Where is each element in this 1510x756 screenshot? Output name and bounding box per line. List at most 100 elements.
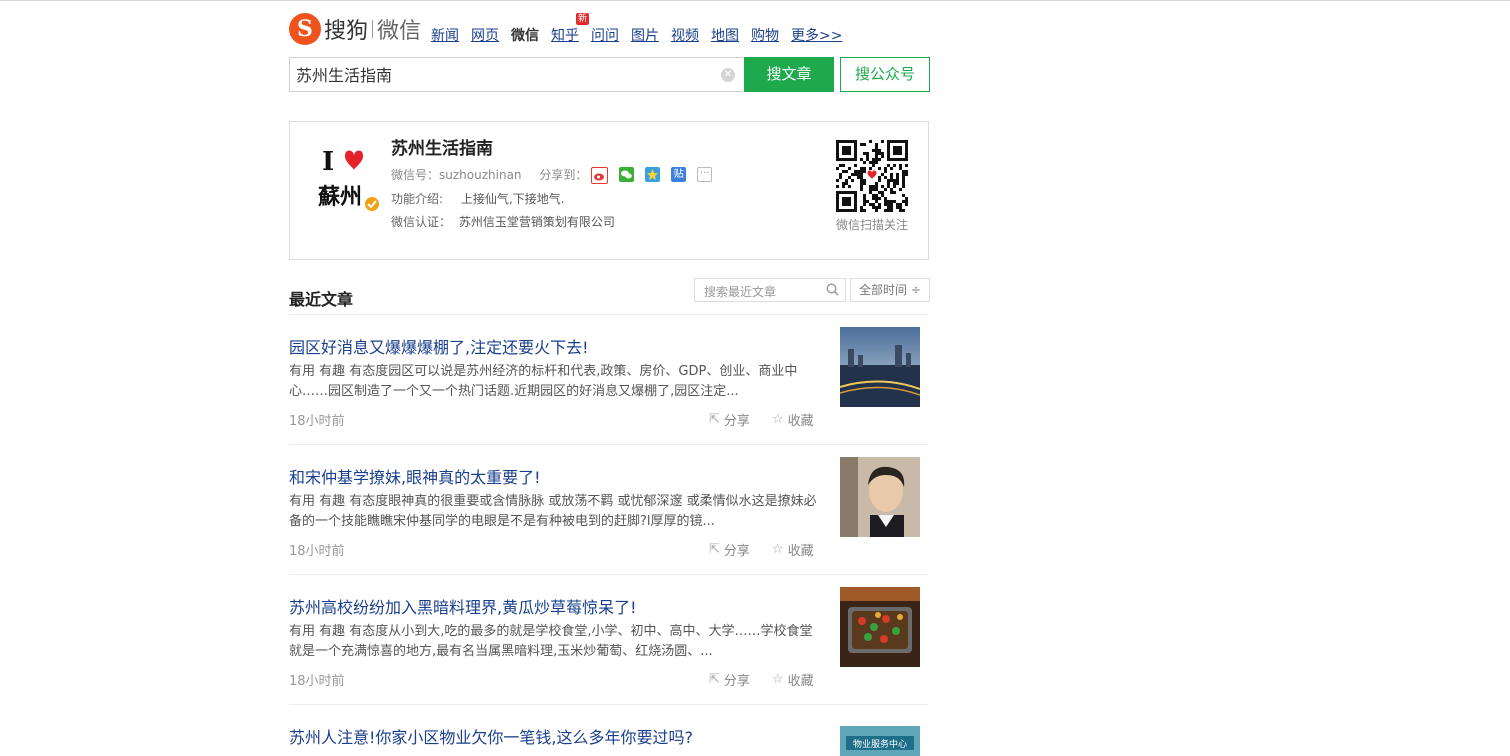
qr-caption: 微信扫描关注: [836, 218, 909, 232]
article-time: 18小时前: [289, 674, 345, 689]
article-actions: ⇱ 分享 ☆ 收藏: [709, 410, 836, 429]
share-icon: ⇱: [709, 542, 720, 557]
tieba-icon[interactable]: 贴: [671, 167, 687, 182]
wechat-id-label: 微信号：: [391, 168, 440, 182]
share-label: 分享到：: [539, 168, 588, 182]
nav-wenwen[interactable]: 问问: [591, 25, 619, 45]
thumbnail-image: [840, 587, 920, 667]
recent-search-placeholder: 搜索最近文章: [704, 285, 777, 299]
sogou-logo[interactable]: S 搜狗 微信: [289, 13, 421, 45]
search-icon[interactable]: [826, 283, 839, 299]
share-label: 分享: [723, 414, 750, 429]
qr-code-image: [836, 140, 908, 212]
qzone-icon[interactable]: [645, 167, 661, 182]
article-time: 18小时前: [289, 544, 345, 559]
nav-map[interactable]: 地图: [711, 25, 739, 45]
top-nav: 新闻 网页 微信 知乎 新 问问 图片 视频 地图 购物 更多>>: [431, 13, 854, 45]
time-filter-select[interactable]: 全部时间 ÷: [850, 278, 930, 302]
star-icon: ☆: [771, 672, 784, 687]
thumbnail-image: 物业服务中心: [840, 726, 920, 756]
share-button[interactable]: ⇱ 分享: [709, 540, 750, 559]
account-cert-row: 微信认证： 苏州信玉堂营销策划有限公司: [391, 213, 615, 230]
article-title[interactable]: 苏州人注意!你家小区物业欠你一笔钱,这么多年你要过吗?: [289, 724, 693, 748]
favorite-label: 收藏: [787, 674, 814, 689]
thumbnail-sign-text: 物业服务中心: [853, 738, 907, 750]
clear-icon[interactable]: ✕: [721, 68, 735, 82]
avatar-text-i: I: [322, 147, 334, 177]
article-time: 18小时前: [289, 414, 345, 429]
search-article-button[interactable]: 搜文章: [744, 57, 834, 92]
nav-zhihu-label: 知乎: [551, 28, 579, 44]
favorite-button[interactable]: ☆ 收藏: [772, 410, 814, 429]
search-input[interactable]: [290, 58, 722, 89]
article-actions: ⇱ 分享 ☆ 收藏: [709, 670, 836, 689]
share-label: 分享: [723, 544, 750, 559]
share-label: 分享: [723, 674, 750, 689]
weibo-icon[interactable]: [591, 167, 609, 184]
logo-subtext: 微信: [377, 19, 422, 44]
article-desc: 有用 有趣 有态度从小到大,吃的最多的就是学校食堂,小学、初中、高中、大学……学…: [289, 624, 813, 659]
account-id-row: 微信号：suzhouzhinan 分享到： 贴 ···: [391, 166, 723, 184]
share-icon: ⇱: [709, 672, 720, 687]
account-name[interactable]: 苏州生活指南: [391, 134, 493, 159]
intro-label: 功能介绍:: [391, 192, 444, 206]
article-title[interactable]: 和宋仲基学撩妹,眼神真的太重要了!: [289, 464, 541, 488]
favorite-button[interactable]: ☆ 收藏: [772, 540, 814, 559]
article-thumbnail[interactable]: 物业服务中心: [840, 726, 920, 756]
star-icon: ☆: [771, 542, 784, 557]
intro-text: 上接仙气,下接地气.: [460, 192, 565, 206]
search-box: ✕: [289, 57, 743, 92]
new-badge: 新: [576, 13, 590, 25]
avatar-image: I 蘇州: [314, 140, 384, 216]
wechat-icon[interactable]: [619, 167, 635, 182]
divider: [289, 704, 928, 705]
nav-video[interactable]: 视频: [671, 25, 699, 45]
nav-zhihu[interactable]: 知乎 新: [551, 13, 590, 45]
wechat-id: suzhouzhinan: [439, 168, 522, 182]
nav-more[interactable]: 更多>>: [791, 25, 842, 45]
favorite-label: 收藏: [787, 544, 814, 559]
recent-articles-title: 最近文章: [289, 290, 354, 309]
header: S 搜狗 微信 新闻 网页 微信 知乎 新 问问 图片 视频 地图 购物 更多>>: [289, 13, 930, 49]
thumbnail-image: [840, 457, 920, 537]
sogou-logo-icon: S: [289, 13, 321, 45]
article-title[interactable]: 苏州高校纷纷加入黑暗料理界,黄瓜炒草莓惊呆了!: [289, 594, 637, 618]
more-share-icon[interactable]: ···: [697, 167, 713, 182]
star-icon: ☆: [771, 412, 784, 427]
recent-search-input[interactable]: 搜索最近文章: [694, 278, 846, 302]
divider: [289, 314, 928, 315]
article-thumbnail[interactable]: [840, 457, 920, 537]
article-title[interactable]: 园区好消息又爆爆爆棚了,注定还要火下去!: [289, 334, 589, 358]
share-icon: ⇱: [709, 412, 720, 427]
article-thumbnail[interactable]: [840, 587, 920, 667]
account-card: I 蘇州 苏州生活指南 微信号：suzhouzhinan 分享到： 贴 ··· …: [289, 121, 929, 260]
article-actions: ⇱ 分享 ☆ 收藏: [709, 540, 836, 559]
cert-text: 苏州信玉堂营销策划有限公司: [458, 215, 615, 229]
qr-code: [836, 140, 908, 212]
avatar-text-suzhou: 蘇州: [317, 184, 362, 210]
divider: [289, 444, 928, 445]
article-desc: 有用 有趣 有态度园区可以说是苏州经济的标杆和代表,政策、房价、GDP、创业、商…: [289, 364, 798, 399]
favorite-button[interactable]: ☆ 收藏: [772, 670, 814, 689]
divider: [289, 574, 928, 575]
logo-separator: [372, 20, 374, 38]
account-avatar[interactable]: I 蘇州: [314, 140, 384, 216]
article-desc: 有用 有趣 有态度眼神真的很重要或含情脉脉 或放荡不羁 或忧郁深邃 或柔情似水这…: [289, 494, 817, 529]
cert-label: 微信认证：: [391, 215, 452, 229]
article-thumbnail[interactable]: [839, 327, 921, 407]
share-icons: 贴 ···: [591, 167, 723, 184]
nav-weixin[interactable]: 微信: [511, 25, 539, 45]
article-item: 苏州人注意!你家小区物业欠你一笔钱,这么多年你要过吗? 物业服务中心: [289, 724, 929, 756]
thumbnail-image: [839, 327, 921, 407]
nav-web[interactable]: 网页: [471, 25, 499, 45]
favorite-label: 收藏: [787, 414, 814, 429]
nav-images[interactable]: 图片: [631, 25, 659, 45]
nav-shopping[interactable]: 购物: [751, 25, 779, 45]
logo-text: 搜狗: [324, 19, 369, 44]
share-button[interactable]: ⇱ 分享: [709, 410, 750, 429]
share-button[interactable]: ⇱ 分享: [709, 670, 750, 689]
search-account-button[interactable]: 搜公众号: [840, 57, 930, 92]
search-bar: ✕ 搜文章 搜公众号: [289, 57, 930, 92]
nav-news[interactable]: 新闻: [431, 25, 459, 45]
account-intro-row: 功能介绍: 上接仙气,下接地气.: [391, 190, 565, 207]
